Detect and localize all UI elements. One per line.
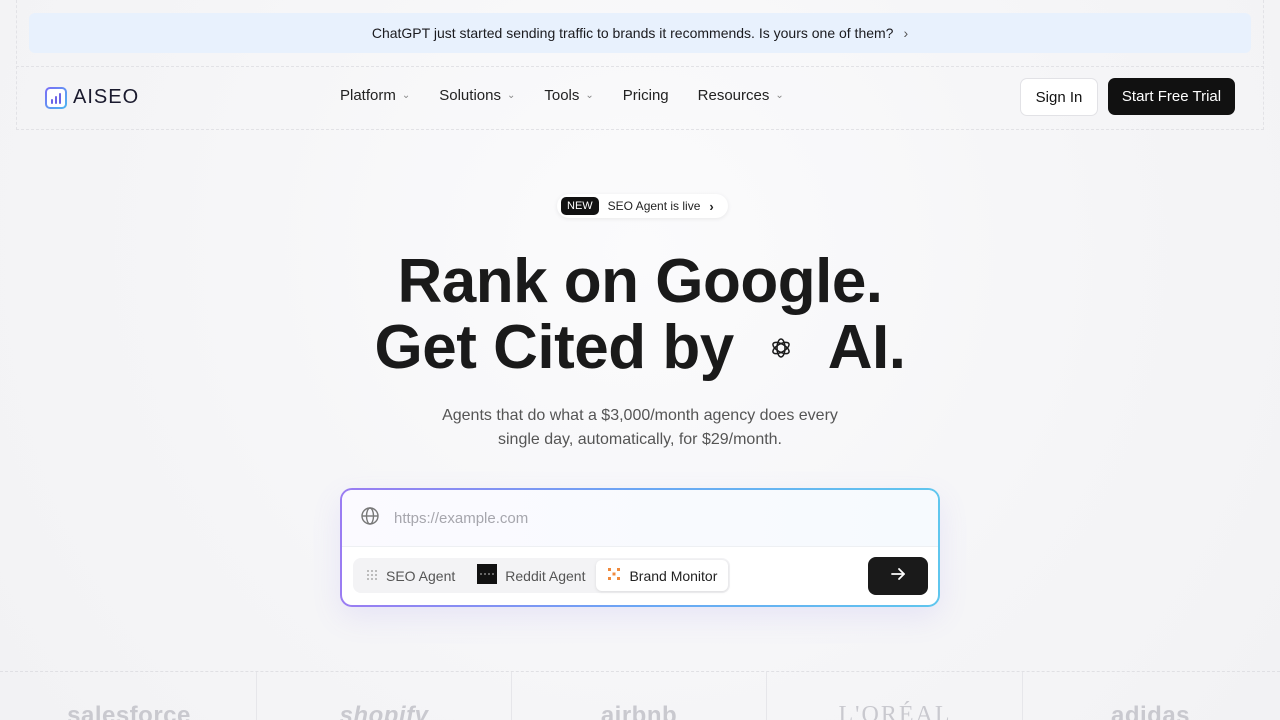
brand-logo-cell: L'ORÉAL (768, 672, 1023, 720)
arrow-right-icon (889, 565, 907, 588)
headline-line-2: Get Cited by AI. (0, 312, 1280, 383)
brand-logo-cell: shopify (257, 672, 512, 720)
reddit-pixel-icon (477, 564, 498, 587)
pill-text: SEO Agent is live (607, 199, 701, 213)
chevron-down-icon: ⌄ (506, 90, 516, 101)
nav-item-label: Resources (697, 87, 770, 104)
nav-item-resources[interactable]: Resources ⌄ (698, 87, 784, 104)
url-search-card: SEO Agent Reddit Agent (340, 488, 940, 607)
headline-line-1: Rank on Google. (397, 247, 883, 316)
url-input[interactable] (394, 509, 874, 527)
tab-label: Reddit Agent (505, 567, 586, 584)
nav-item-solutions[interactable]: Solutions ⌄ (439, 87, 515, 104)
start-free-trial-button[interactable]: Start Free Trial (1108, 78, 1235, 115)
brand-logo-airbnb: airbnb (600, 702, 678, 720)
subheadline-line-2: single day, automatically, for $29/month… (498, 431, 782, 448)
nav-item-label: Solutions (439, 87, 501, 104)
tab-reddit-agent[interactable]: Reddit Agent (466, 560, 596, 591)
orange-spark-icon (607, 567, 621, 584)
frame-guide-right (1263, 0, 1264, 130)
brand-logo-salesforce: salesforce (67, 702, 191, 720)
frame-guide-bottom (16, 129, 1264, 130)
brand-logo-shopify: shopify (339, 702, 429, 720)
announcement-banner[interactable]: ChatGPT just started sending traffic to … (29, 13, 1251, 53)
logo-text: AISEO (73, 86, 140, 108)
headline-part-a: Get Cited by (374, 313, 735, 382)
dots-grid-icon (366, 568, 378, 584)
banner-text: ChatGPT just started sending traffic to … (371, 25, 894, 41)
subheadline-line-1: Agents that do what a $3,000/month agenc… (442, 407, 838, 424)
logo[interactable]: AISEO (45, 86, 139, 109)
nav-item-label: Tools (544, 87, 580, 104)
nav-item-label: Pricing (622, 87, 669, 104)
headline-part-b: AI. (827, 313, 906, 382)
brand-logo-cell: salesforce (2, 672, 257, 720)
sign-in-button[interactable]: Sign In (1020, 78, 1098, 116)
brand-logo-loreal: L'ORÉAL (838, 702, 952, 720)
nav-item-pricing[interactable]: Pricing (623, 87, 669, 104)
chevron-down-icon: ⌄ (401, 90, 411, 101)
nav-item-tools[interactable]: Tools ⌄ (544, 87, 593, 104)
nav-menu: Platform ⌄ Solutions ⌄ Tools ⌄ Pricing R… (340, 87, 813, 104)
tab-brand-monitor[interactable]: Brand Monitor (596, 560, 729, 591)
agent-tabs: SEO Agent Reddit Agent Brand Monitor (353, 558, 731, 593)
submit-button[interactable] (868, 557, 928, 595)
aiseo-logo-icon (45, 86, 67, 109)
url-input-row (342, 490, 938, 547)
tab-label: SEO Agent (386, 567, 456, 584)
new-badge: NEW (561, 197, 599, 215)
chevron-right-icon: › (903, 25, 909, 41)
nav-item-platform[interactable]: Platform ⌄ (340, 87, 410, 104)
tab-label: Brand Monitor (629, 567, 718, 584)
openai-logo-icon (754, 321, 808, 375)
top-navigation: AISEO Platform ⌄ Solutions ⌄ Tools ⌄ Pri… (17, 67, 1263, 129)
tab-seo-agent[interactable]: SEO Agent (355, 560, 466, 591)
brand-logo-cell: adidas (1023, 672, 1278, 720)
globe-icon (360, 506, 380, 531)
chevron-right-icon: › (709, 198, 714, 214)
nav-item-label: Platform (340, 87, 396, 104)
chevron-down-icon: ⌄ (585, 90, 594, 101)
announcement-pill[interactable]: NEW SEO Agent is live › (557, 194, 728, 218)
chevron-down-icon: ⌄ (775, 90, 784, 101)
brand-logo-cell: airbnb (512, 672, 767, 720)
brand-logo-adidas: adidas (1110, 702, 1191, 720)
